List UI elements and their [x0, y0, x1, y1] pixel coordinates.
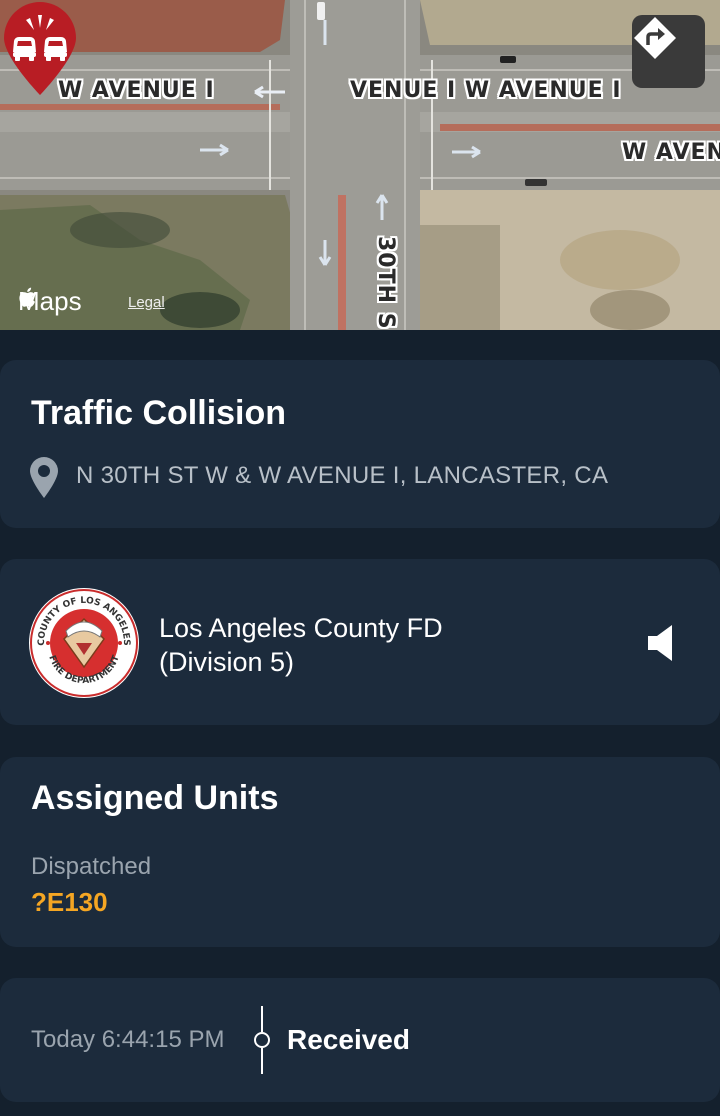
- timeline-event-label: Received: [287, 1024, 410, 1055]
- agency-name-line2: (Division 5): [159, 647, 295, 677]
- map-satellite-image: [0, 0, 720, 330]
- maps-legal-link[interactable]: Legal: [128, 294, 165, 311]
- agency-name: Los Angeles County FD (Division 5): [159, 611, 443, 679]
- road-label-w-avenue-i: W AVENUE I: [58, 78, 215, 103]
- dispatched-label: Dispatched: [31, 853, 152, 880]
- timeline-node-icon: [254, 1006, 270, 1074]
- agency-name-line1: Los Angeles County FD: [159, 613, 443, 643]
- apple-logo-icon: [19, 287, 35, 307]
- incident-title: Traffic Collision: [31, 394, 287, 432]
- directions-button[interactable]: [632, 15, 705, 88]
- map-view[interactable]: W AVENUE I VENUE I W AVENUE I W AVEN 30T…: [0, 0, 720, 330]
- incident-address[interactable]: N 30TH ST W & W AVENUE I, LANCASTER, CA: [76, 462, 608, 490]
- timeline-time: Today 6:44:15 PM: [31, 1026, 225, 1053]
- speaker-icon[interactable]: [646, 623, 674, 663]
- incident-card: Traffic Collision N 30TH ST W & W AVENUE…: [0, 360, 720, 528]
- road-label-30th-st: 30TH S: [373, 236, 398, 330]
- car-collision-pin-icon[interactable]: [0, 0, 80, 96]
- timeline-card: Today 6:44:15 PM Received: [0, 978, 720, 1102]
- road-label-w-aven: W AVEN: [622, 140, 720, 165]
- la-county-fire-seal-logo: COUNTY OF LOS ANGELES FIRE DEPARTMENT: [29, 588, 139, 698]
- agency-card: COUNTY OF LOS ANGELES FIRE DEPARTMENT Lo…: [0, 559, 720, 725]
- road-label-w-avenue-i-center: VENUE I W AVENUE I: [350, 78, 622, 103]
- unit-id[interactable]: ?E130: [31, 887, 108, 918]
- apple-maps-logo: Maps: [18, 286, 82, 317]
- assigned-units-heading: Assigned Units: [31, 779, 279, 817]
- directions-arrow-icon: [634, 17, 676, 59]
- assigned-units-card: Assigned Units Dispatched ?E130: [0, 757, 720, 947]
- location-pin-icon: [30, 457, 58, 498]
